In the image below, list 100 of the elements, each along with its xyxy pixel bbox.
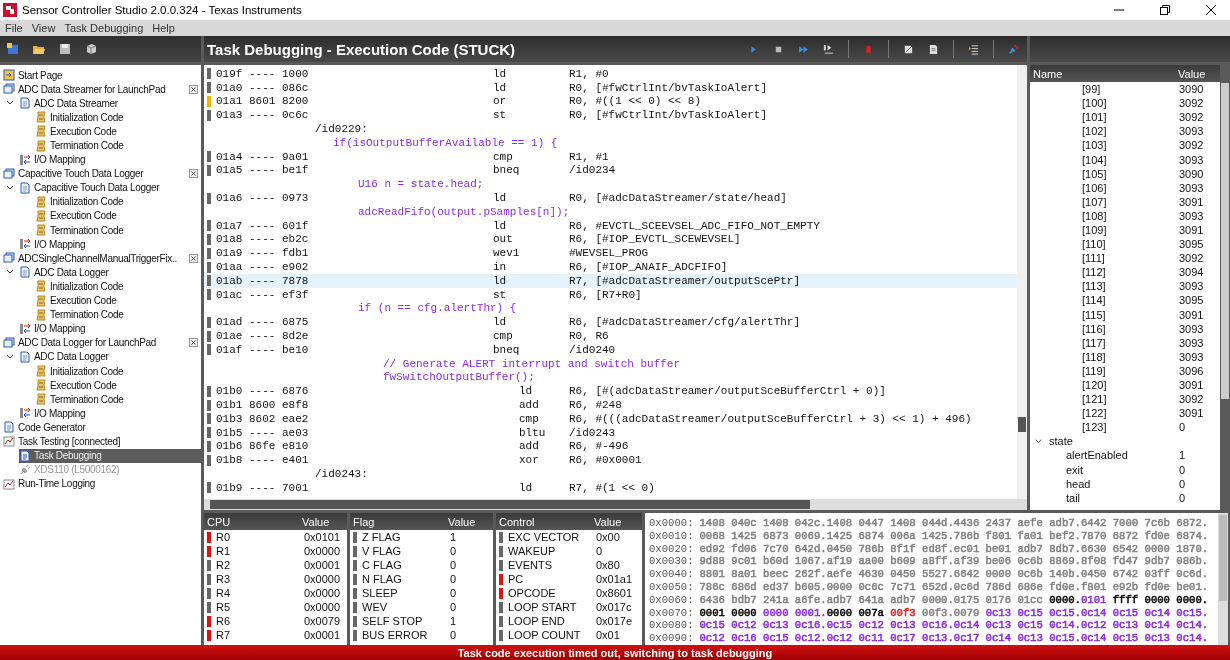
close-icon[interactable] — [189, 169, 198, 179]
tree-item[interactable]: Initialization Code — [35, 110, 201, 125]
code-row[interactable]: 01a0 ---- 086c ld R0, [#fwCtrlInt/bvTaskIoAlert] — [204, 80, 1017, 95]
code-row[interactable]: 01a7 ---- 601f ld R6, #EVCTL_SCEEVSEL_ADC_FIFO_NOT_EMPTY — [204, 218, 1017, 233]
variable-value: 0 — [1179, 477, 1186, 490]
code-row[interactable]: 01b8 ---- e401 xor R6, #0x0001 — [204, 453, 1017, 468]
tree-item[interactable]: ADC Data Streamer — [19, 96, 201, 111]
column-header: Control — [498, 515, 536, 528]
stack-icon[interactable] — [84, 42, 98, 56]
instruction: ld — [493, 81, 508, 94]
vertical-scrollbar[interactable] — [1017, 65, 1027, 499]
tree-item[interactable]: Termination Code — [35, 223, 201, 238]
tree-item[interactable]: Task Testing [connected] — [3, 434, 201, 449]
variable-value: 0 — [1179, 421, 1186, 434]
instruction: ld — [493, 192, 508, 205]
code-row[interactable]: 01a9 ---- fdb1 wev1 #WEVSEL_PROG — [204, 246, 1017, 261]
code-row[interactable]: 01a8 ---- eb2c out R6, [#IOP_EVCTL_SCEWEVSEL] — [204, 232, 1017, 247]
restore-icon[interactable] — [1160, 5, 1170, 15]
close-icon[interactable] — [1206, 5, 1216, 15]
new-project-icon[interactable] — [6, 42, 20, 56]
step-icon[interactable] — [798, 43, 809, 55]
code-row[interactable]: 01a1 8601 8200 or R0, #((1 << 0) << 8) — [204, 94, 1017, 109]
code-row[interactable]: 01b5 ---- ae03 bltu /id0243 — [204, 425, 1017, 440]
breakpoint-icon[interactable] — [863, 43, 874, 55]
code-row[interactable]: 01b6 86fe e810 add R6, #-496 — [204, 439, 1017, 454]
variable-value: 3093 — [1179, 336, 1204, 349]
tree-item[interactable]: ADC Data Logger for LaunchPad — [3, 335, 187, 350]
tree-item[interactable]: Termination Code — [35, 138, 201, 153]
menu-item[interactable]: View — [31, 22, 56, 34]
code-row[interactable]: 01a3 ---- 0c6c st R0, [#fwCtrlInt/bvTaskIoAlert] — [204, 108, 1017, 123]
tree-item[interactable]: ADC Data Streamer for LaunchPad — [3, 82, 187, 97]
tree-item[interactable]: I/O Mapping — [19, 406, 201, 421]
play-icon[interactable] — [748, 43, 759, 55]
code-row[interactable]: 01ab ---- 7878 ld R7, [#adcDataStreamer/outputScePtr] — [204, 273, 1017, 288]
list-icon[interactable] — [968, 43, 979, 55]
memory-words: 0000. — [1049, 593, 1081, 607]
code-row[interactable]: 01ac ---- ef3f st R6, [R7+R0] — [204, 287, 1017, 302]
tree-item[interactable]: I/O Mapping — [19, 152, 201, 167]
vertical-scrollbar[interactable] — [1220, 65, 1230, 510]
tree-item[interactable]: Capacitive Touch Data Logger — [3, 166, 187, 181]
tree-item[interactable]: Initialization Code — [35, 194, 201, 209]
variable-value: 3092 — [1179, 139, 1204, 152]
close-icon[interactable] — [189, 84, 198, 94]
code-row[interactable]: 01a6 ---- 0973 ld R0, [#adcDataStreamer/state/head] — [204, 191, 1017, 205]
instruction: wev1 — [493, 247, 521, 260]
variable-name: [106] — [1082, 181, 1107, 194]
chart-icon — [3, 477, 15, 490]
tree-item[interactable]: Capacitive Touch Data Logger — [19, 180, 201, 195]
code-row[interactable]: 01b3 8602 eae2 cmp R6, #(((adcDataStreamer/outputSceBufferCtrl + 3) << 1) + 496) — [204, 411, 1017, 426]
code-row[interactable]: 019f ---- 1000 ld R1, #0 — [204, 67, 1017, 81]
save-icon[interactable] — [58, 42, 72, 56]
tree-item[interactable]: Task Debugging — [19, 448, 201, 463]
tree-item[interactable]: Initialization Code — [35, 279, 201, 294]
tree-item[interactable]: ADCSingleChannelManualTriggerFix.. — [3, 251, 187, 266]
menu-item[interactable]: File — [5, 22, 23, 34]
code-row[interactable]: 01a4 ---- 9a01 cmp R1, #1 — [204, 149, 1017, 164]
menu-item[interactable]: Help — [152, 22, 175, 34]
tree-item[interactable]: I/O Mapping — [19, 321, 201, 336]
plug-icon[interactable] — [1008, 43, 1019, 55]
scroll-thumb[interactable] — [1219, 515, 1227, 601]
memory-words: 0068 1425 6873 0069.1425 6874 006a 1425.786b f801 fa01 bef2.7870 6872 fd0e 6874. — [699, 529, 1209, 543]
code-row[interactable]: 01b9 ---- 7001 ld R7, #(1 << 0) — [204, 480, 1017, 495]
close-icon[interactable] — [189, 338, 198, 348]
code-row[interactable]: 01b0 ---- 6876 ld R6, [#(adcDataStreamer/outputSceBufferCtrl + 0)] — [204, 384, 1017, 399]
scroll-thumb[interactable] — [210, 500, 810, 509]
code-row[interactable]: 01af ---- be10 bneq /id0240 — [204, 342, 1017, 357]
operand: R6, [#IOP_EVCTL_SCEWEVSEL] — [569, 233, 741, 246]
code-row[interactable]: 01aa ---- e902 in R6, [#IOP_ANAIF_ADCFIFO] — [204, 260, 1017, 274]
chevron-icon[interactable] — [1034, 436, 1043, 446]
code-row[interactable]: 01ae ---- 8d2e cmp R0, R6 — [204, 329, 1017, 343]
tree-item[interactable]: Start Page — [3, 68, 201, 83]
memory-words: 0c15 0c12 0c13 0c16.0c15 0c12 0c13 0c16.0c14 0c13 0c15 0c14.0c12 0c13 0c14 0c14. — [699, 619, 1209, 633]
tree-item[interactable]: ADC Data Logger — [19, 265, 201, 280]
tree-item[interactable]: Execution Code — [35, 378, 201, 393]
code-row[interactable]: 01ad ---- 6875 ld R6, [#adcDataStreamer/cfg/alertThr] — [204, 315, 1017, 330]
close-icon[interactable] — [189, 253, 198, 263]
code-row[interactable]: 01b1 8600 e8f8 add R6, #248 — [204, 398, 1017, 412]
vertical-scrollbar[interactable] — [1218, 513, 1228, 645]
scroll-thumb[interactable] — [1018, 417, 1026, 432]
tree-item[interactable]: Run-Time Logging — [3, 476, 201, 491]
column-header: Value — [594, 515, 622, 528]
monitor-icon — [3, 167, 15, 180]
horizontal-scrollbar[interactable] — [204, 499, 1017, 510]
tree-item[interactable]: Execution Code — [35, 209, 201, 223]
memory-words: 9d88 9c01 b60d 1067.af19 aa00 b609 a8ff.af39 be06 0c6b 8869.8f08 fd47 9db7 086b. — [699, 555, 1209, 569]
tree-item[interactable]: I/O Mapping — [19, 237, 201, 252]
tree-item[interactable]: Termination Code — [35, 392, 201, 407]
tree-item[interactable]: Execution Code — [35, 124, 201, 139]
document-icon[interactable] — [928, 43, 939, 55]
code-row[interactable]: 01a5 ---- be1f bneq /id0234 — [204, 163, 1017, 178]
tree-item[interactable]: ADC Data Logger — [19, 349, 201, 364]
code-address: 01a7 ---- 601f — [216, 219, 310, 232]
tree-item[interactable]: Termination Code — [35, 307, 201, 322]
menu-item[interactable]: Task Debugging — [64, 22, 144, 34]
scroll-thumb[interactable] — [1221, 83, 1229, 399]
tree-item[interactable]: Code Generator — [3, 420, 201, 435]
tree-item[interactable]: Initialization Code — [35, 364, 201, 378]
step-over-icon[interactable] — [823, 43, 834, 55]
tree-item[interactable]: Execution Code — [35, 293, 201, 308]
register-name: Z FLAG — [362, 531, 402, 543]
